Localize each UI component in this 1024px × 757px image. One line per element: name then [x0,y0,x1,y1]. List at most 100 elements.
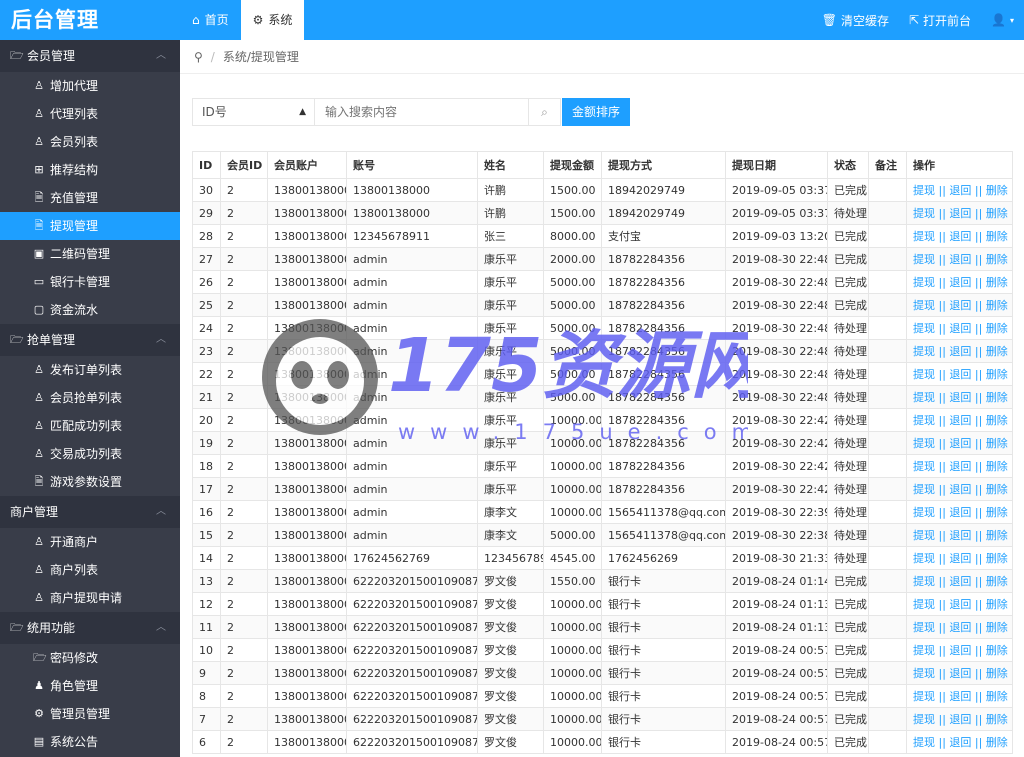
sidebar-item-0-1[interactable]: ♙ 代理列表 [0,100,180,128]
return-link[interactable]: 退回 [949,276,971,289]
withdraw-link[interactable]: 提现 [913,276,935,289]
withdraw-link[interactable]: 提现 [913,575,935,588]
return-link[interactable]: 退回 [949,736,971,749]
withdraw-link[interactable]: 提现 [913,621,935,634]
withdraw-link[interactable]: 提现 [913,230,935,243]
return-link[interactable]: 退回 [949,575,971,588]
withdraw-link[interactable]: 提现 [913,529,935,542]
delete-link[interactable]: 删除 [986,184,1008,197]
delete-link[interactable]: 删除 [986,253,1008,266]
sidebar-group-0[interactable]: 🗁 会员管理 ︿ [0,40,180,72]
open-front-button[interactable]: ⇱ 打开前台 [899,0,981,40]
return-link[interactable]: 退回 [949,184,971,197]
return-link[interactable]: 退回 [949,368,971,381]
search-button[interactable]: ⌕ [529,98,561,126]
delete-link[interactable]: 删除 [986,483,1008,496]
return-link[interactable]: 退回 [949,621,971,634]
sidebar-item-2-1[interactable]: ♙ 商户列表 [0,556,180,584]
return-link[interactable]: 退回 [949,322,971,335]
sidebar-item-2-0[interactable]: ♙ 开通商户 [0,528,180,556]
sidebar-item-0-4[interactable]: 🗎 充值管理 [0,184,180,212]
breadcrumb-path[interactable]: 系统/提现管理 [223,48,299,65]
withdraw-link[interactable]: 提现 [913,184,935,197]
return-link[interactable]: 退回 [949,345,971,358]
withdraw-link[interactable]: 提现 [913,667,935,680]
search-input[interactable] [315,98,529,126]
withdraw-link[interactable]: 提现 [913,437,935,450]
sidebar-item-0-3[interactable]: ⊞ 推荐结构 [0,156,180,184]
delete-link[interactable]: 删除 [986,437,1008,450]
sidebar-item-3-2[interactable]: ⚙ 管理员管理 [0,700,180,728]
delete-link[interactable]: 删除 [986,230,1008,243]
return-link[interactable]: 退回 [949,391,971,404]
withdraw-link[interactable]: 提现 [913,506,935,519]
delete-link[interactable]: 删除 [986,276,1008,289]
delete-link[interactable]: 删除 [986,345,1008,358]
return-link[interactable]: 退回 [949,299,971,312]
return-link[interactable]: 退回 [949,253,971,266]
user-menu-button[interactable]: 👤 ▾ [981,0,1024,40]
nav-home-tab[interactable]: ⌂ 首页 [180,0,241,40]
sidebar-item-2-2[interactable]: ♙ 商户提现申请 [0,584,180,612]
sidebar-group-3[interactable]: 🗁 统用功能 ︿ [0,612,180,644]
delete-link[interactable]: 删除 [986,368,1008,381]
withdraw-link[interactable]: 提现 [913,253,935,266]
sidebar-item-1-0[interactable]: ♙ 发布订单列表 [0,356,180,384]
sidebar-item-1-2[interactable]: ♙ 匹配成功列表 [0,412,180,440]
return-link[interactable]: 退回 [949,506,971,519]
nav-system-tab[interactable]: ⚙ 系统 [240,0,305,40]
delete-link[interactable]: 删除 [986,299,1008,312]
delete-link[interactable]: 删除 [986,598,1008,611]
withdraw-link[interactable]: 提现 [913,391,935,404]
withdraw-link[interactable]: 提现 [913,644,935,657]
delete-link[interactable]: 删除 [986,575,1008,588]
delete-link[interactable]: 删除 [986,207,1008,220]
withdraw-link[interactable]: 提现 [913,207,935,220]
sidebar-item-0-0[interactable]: ♙ 增加代理 [0,72,180,100]
return-link[interactable]: 退回 [949,437,971,450]
delete-link[interactable]: 删除 [986,414,1008,427]
delete-link[interactable]: 删除 [986,529,1008,542]
delete-link[interactable]: 删除 [986,552,1008,565]
delete-link[interactable]: 删除 [986,322,1008,335]
withdraw-link[interactable]: 提现 [913,736,935,749]
sidebar-group-2[interactable]: 商户管理 ︿ [0,496,180,528]
return-link[interactable]: 退回 [949,644,971,657]
return-link[interactable]: 退回 [949,414,971,427]
delete-link[interactable]: 删除 [986,644,1008,657]
search-field-select[interactable]: ID号 ▲ [192,98,315,126]
sidebar-item-1-4[interactable]: 🗎 游戏参数设置 [0,468,180,496]
return-link[interactable]: 退回 [949,690,971,703]
sidebar-item-1-3[interactable]: ♙ 交易成功列表 [0,440,180,468]
withdraw-link[interactable]: 提现 [913,368,935,381]
delete-link[interactable]: 删除 [986,460,1008,473]
clear-cache-button[interactable]: 🗑 清空缓存 [812,0,899,40]
amount-sort-button[interactable]: 金额排序 [562,98,631,126]
sidebar-item-0-5[interactable]: 🗎 提现管理 [0,212,180,240]
return-link[interactable]: 退回 [949,483,971,496]
sidebar-item-3-0[interactable]: 🗁 密码修改 [0,644,180,672]
delete-link[interactable]: 删除 [986,621,1008,634]
return-link[interactable]: 退回 [949,207,971,220]
withdraw-link[interactable]: 提现 [913,690,935,703]
return-link[interactable]: 退回 [949,552,971,565]
delete-link[interactable]: 删除 [986,736,1008,749]
sidebar-item-3-3[interactable]: ▤ 系统公告 [0,728,180,756]
sidebar-item-3-1[interactable]: ♟ 角色管理 [0,672,180,700]
return-link[interactable]: 退回 [949,713,971,726]
return-link[interactable]: 退回 [949,598,971,611]
delete-link[interactable]: 删除 [986,667,1008,680]
delete-link[interactable]: 删除 [986,690,1008,703]
return-link[interactable]: 退回 [949,230,971,243]
withdraw-link[interactable]: 提现 [913,299,935,312]
delete-link[interactable]: 删除 [986,713,1008,726]
withdraw-link[interactable]: 提现 [913,483,935,496]
sidebar-item-1-1[interactable]: ♙ 会员抢单列表 [0,384,180,412]
withdraw-link[interactable]: 提现 [913,598,935,611]
withdraw-link[interactable]: 提现 [913,414,935,427]
withdraw-link[interactable]: 提现 [913,322,935,335]
delete-link[interactable]: 删除 [986,506,1008,519]
sidebar-item-0-8[interactable]: ▢ 资金流水 [0,296,180,324]
delete-link[interactable]: 删除 [986,391,1008,404]
sidebar-item-0-6[interactable]: ▣ 二维码管理 [0,240,180,268]
